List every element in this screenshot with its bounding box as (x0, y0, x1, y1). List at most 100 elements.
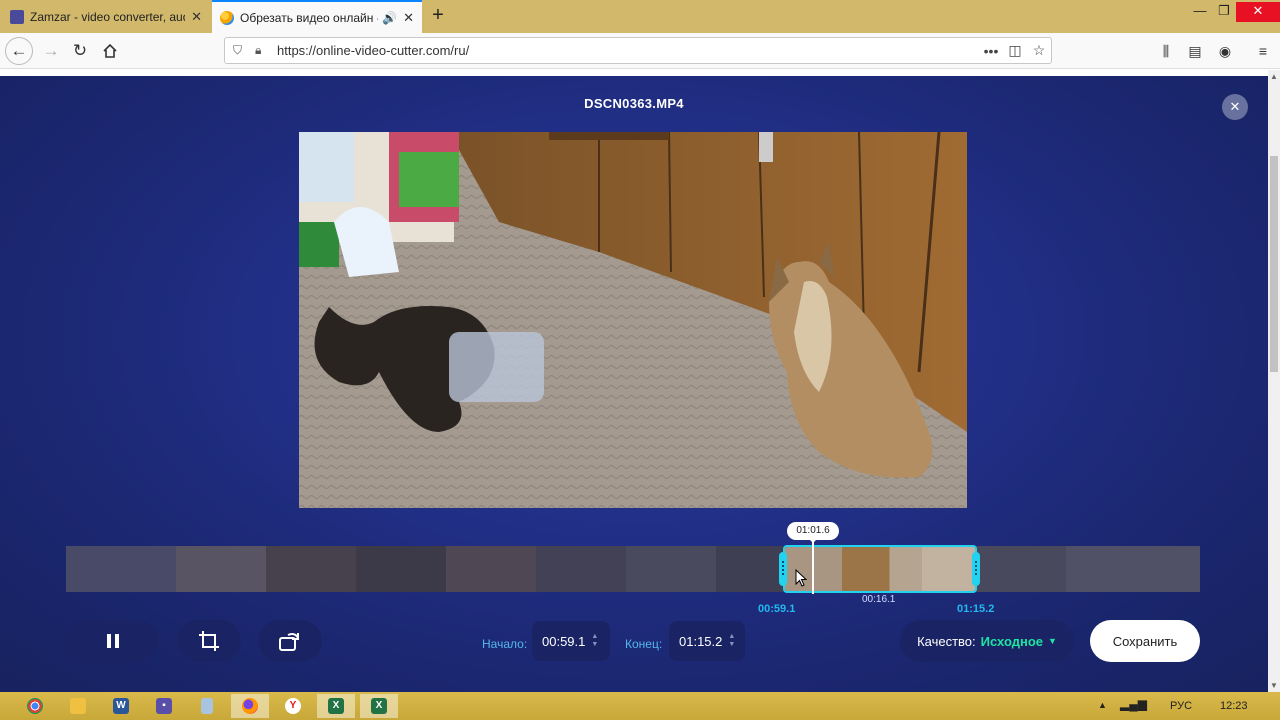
taskbar-save-app[interactable]: ▪ (145, 694, 183, 718)
url-text[interactable]: https://online-video-cutter.com/ru/ (277, 43, 979, 58)
video-preview[interactable] (299, 132, 967, 508)
star-icon[interactable]: ☆ (1027, 42, 1051, 59)
taskbar-explorer[interactable] (59, 694, 97, 718)
video-cutter-favicon-icon (220, 10, 234, 25)
chevron-down-icon[interactable]: ▼ (1048, 636, 1057, 646)
arrow-right-icon: → (42, 41, 60, 60)
address-bar[interactable]: ⛉ 🔒︎ https://online-video-cutter.com/ru/… (224, 37, 1052, 64)
scroll-up-icon[interactable]: ▲ (1268, 72, 1280, 81)
selection-start-time: 00:59.1 (758, 603, 796, 615)
quality-dropdown[interactable]: Качество: Исходное ▼ (900, 620, 1074, 662)
navigation-bar: ← → ↻ ⛉ 🔒︎ https://online-video-cutter.c… (0, 33, 1280, 69)
firefox-icon (242, 698, 258, 714)
new-tab-button[interactable]: + (426, 4, 450, 27)
scroll-down-icon[interactable]: ▼ (1268, 681, 1280, 690)
save-button[interactable]: Сохранить (1090, 620, 1200, 662)
tab-title: Обрезать видео онлайн - с (240, 10, 379, 25)
tab-zamzar[interactable]: Zamzar - video converter, audi ✕ (2, 0, 210, 33)
home-icon (103, 43, 117, 58)
rotate-button[interactable] (258, 620, 322, 662)
tab-video-cutter[interactable]: Обрезать видео онлайн - с 🔊 ✕ (212, 0, 422, 33)
taskbar-excel-1[interactable]: X (317, 694, 355, 718)
end-time-value[interactable]: 01:15.2 (679, 634, 722, 649)
end-time-stepper[interactable]: ▲ ▼ (728, 633, 735, 649)
more-icon[interactable]: ••• (979, 43, 1003, 59)
excel-icon: X (371, 698, 387, 714)
start-label: Начало: (482, 637, 528, 651)
windows-taskbar: W ▪ Y X X (0, 692, 1280, 720)
taskbar-chrome[interactable] (16, 694, 54, 718)
clock[interactable]: 12:23 (1220, 700, 1248, 712)
forward-button[interactable]: → (38, 39, 64, 63)
close-icon: ✕ (1229, 99, 1241, 114)
tray-expand-icon[interactable]: ▲ (1098, 700, 1107, 710)
sidebar-icon[interactable]: ▤ (1184, 41, 1206, 61)
start-time-value[interactable]: 00:59.1 (542, 634, 585, 649)
taskbar-word[interactable]: W (102, 694, 140, 718)
excel-icon: X (328, 698, 344, 714)
close-editor-button[interactable]: ✕ (1222, 94, 1248, 120)
folder-icon (70, 698, 86, 714)
selection-end-time: 01:15.2 (957, 603, 995, 615)
playhead-time: 01:01.6 (787, 522, 839, 543)
web-page: DSCN0363.MP4 ✕ 01:01.6 00:59.1 00:16.1 0… (0, 70, 1268, 692)
library-icon[interactable]: ⫼ (1155, 41, 1177, 61)
timeline-unselected-overlay (66, 546, 1200, 592)
trim-start-handle[interactable] (779, 552, 787, 586)
scrollbar-thumb[interactable] (1270, 156, 1278, 372)
pause-icon (106, 634, 119, 648)
close-window-button[interactable]: ✕ (1236, 2, 1280, 22)
end-label: Конец: (625, 637, 663, 651)
chrome-icon (27, 698, 43, 714)
tab-bar: Zamzar - video converter, audi ✕ Обрезат… (0, 0, 1280, 33)
video-frame-image (299, 132, 967, 508)
arrow-left-icon: ← (10, 41, 28, 60)
taskbar-yandex[interactable]: Y (274, 694, 312, 718)
file-name: DSCN0363.MP4 (584, 96, 684, 111)
taskbar-notepad[interactable] (188, 694, 226, 718)
stepper-down-icon[interactable]: ▼ (591, 641, 598, 649)
speaker-icon[interactable]: 🔊 (382, 11, 397, 25)
crop-button[interactable] (177, 620, 241, 662)
yandex-icon: Y (285, 698, 301, 714)
taskbar-firefox[interactable] (231, 694, 269, 718)
trim-end-handle[interactable] (972, 552, 980, 586)
quality-label: Качество: (917, 633, 976, 649)
word-icon: W (113, 698, 129, 714)
volume-icon[interactable]: 🔈︎ (1142, 697, 1149, 712)
close-tab-icon[interactable]: ✕ (403, 10, 414, 26)
page-scrollbar[interactable]: ▲ ▼ (1268, 70, 1280, 692)
crop-icon (199, 631, 219, 651)
back-button[interactable]: ← (5, 37, 33, 65)
zamzar-favicon-icon (10, 9, 24, 24)
hamburger-icon[interactable]: ≡ (1252, 41, 1274, 61)
restore-window-button[interactable]: ❐ (1210, 2, 1238, 20)
stepper-up-icon[interactable]: ▲ (591, 633, 598, 641)
video-editor: DSCN0363.MP4 ✕ 01:01.6 00:59.1 00:16.1 0… (0, 76, 1268, 692)
end-time-input[interactable]: 01:15.2 ▲ ▼ (669, 621, 745, 661)
start-time-input[interactable]: 00:59.1 ▲ ▼ (532, 621, 610, 661)
rotate-icon (279, 633, 299, 651)
close-tab-icon[interactable]: ✕ (191, 9, 202, 25)
account-icon[interactable]: ◉ (1214, 41, 1236, 61)
mouse-cursor-icon (795, 569, 807, 587)
home-button[interactable] (97, 39, 123, 63)
timeline-strip[interactable] (66, 546, 1200, 592)
stepper-up-icon[interactable]: ▲ (728, 633, 735, 641)
stepper-down-icon[interactable]: ▼ (728, 641, 735, 649)
pocket-icon[interactable]: ◫ (1003, 42, 1027, 59)
notepad-icon (201, 698, 213, 714)
shield-icon[interactable]: ⛉ (233, 43, 247, 58)
reload-button[interactable]: ↻ (67, 39, 93, 63)
quality-value[interactable]: Исходное (981, 634, 1043, 649)
reload-icon: ↻ (72, 41, 88, 60)
pause-button[interactable] (66, 620, 159, 662)
playhead[interactable] (812, 542, 814, 594)
save-icon: ▪ (156, 698, 172, 714)
start-time-stepper[interactable]: ▲ ▼ (591, 633, 598, 649)
lock-icon[interactable]: 🔒︎ (255, 43, 269, 58)
selection-duration: 00:16.1 (862, 594, 896, 605)
language-indicator[interactable]: РУС (1170, 700, 1192, 712)
taskbar-excel-2[interactable]: X (360, 694, 398, 718)
tab-title: Zamzar - video converter, audi (30, 9, 186, 24)
